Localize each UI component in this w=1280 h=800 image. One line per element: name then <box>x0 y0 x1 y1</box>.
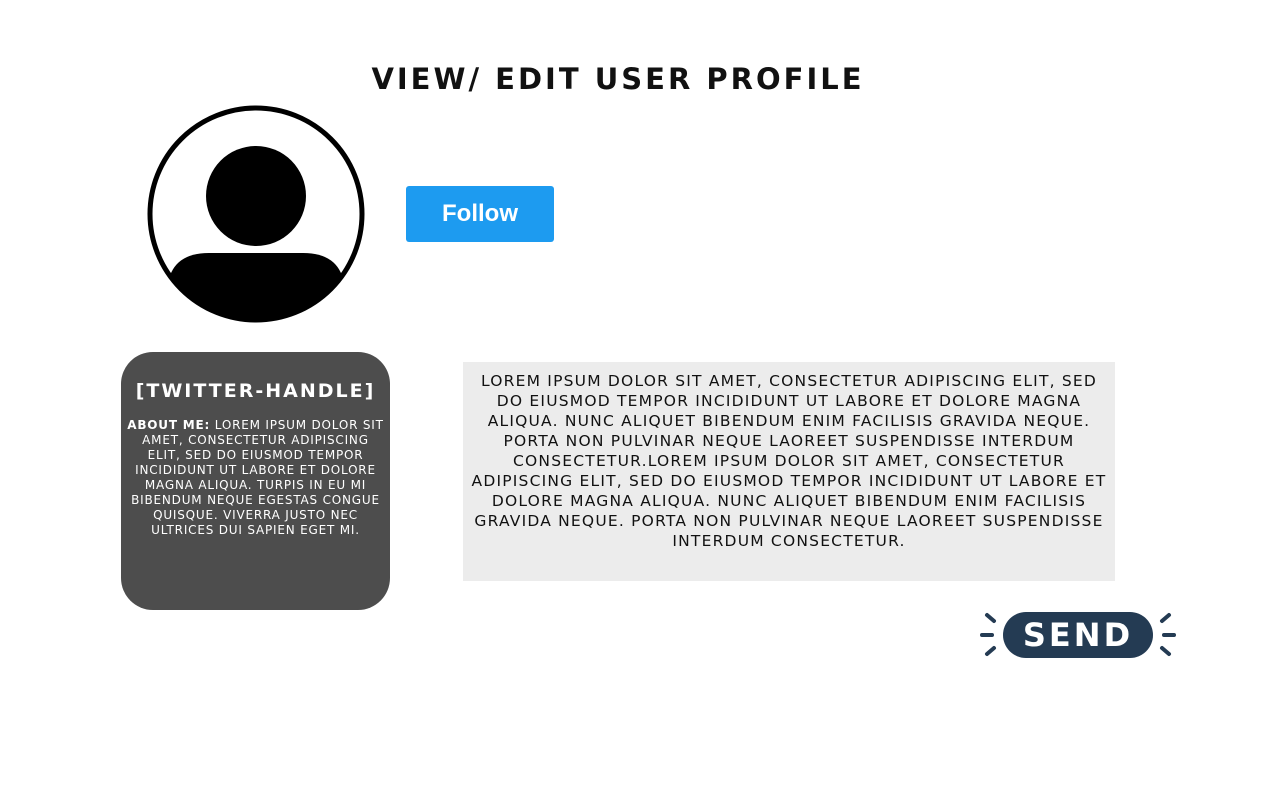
avatar-graphic <box>147 105 365 323</box>
page-title: VIEW/ EDIT USER PROFILE <box>371 62 865 97</box>
bio-textarea[interactable]: LOREM IPSUM DOLOR SIT AMET, CONSECTETUR … <box>463 362 1115 581</box>
about-me-label: ABOUT ME: <box>127 418 211 432</box>
send-button-label: SEND <box>1003 612 1153 658</box>
profile-card: [TWITTER-HANDLE] ABOUT ME: LOREM IPSUM D… <box>121 352 390 610</box>
twitter-handle[interactable]: [TWITTER-HANDLE] <box>127 378 384 404</box>
send-button[interactable]: SEND <box>978 608 1178 662</box>
follow-button[interactable]: Follow <box>406 186 554 242</box>
about-me-body: LOREM IPSUM DOLOR SIT AMET, CONSECTETUR … <box>131 418 384 537</box>
about-me-text: ABOUT ME: LOREM IPSUM DOLOR SIT AMET, CO… <box>127 418 384 538</box>
user-avatar-icon[interactable] <box>147 105 365 323</box>
